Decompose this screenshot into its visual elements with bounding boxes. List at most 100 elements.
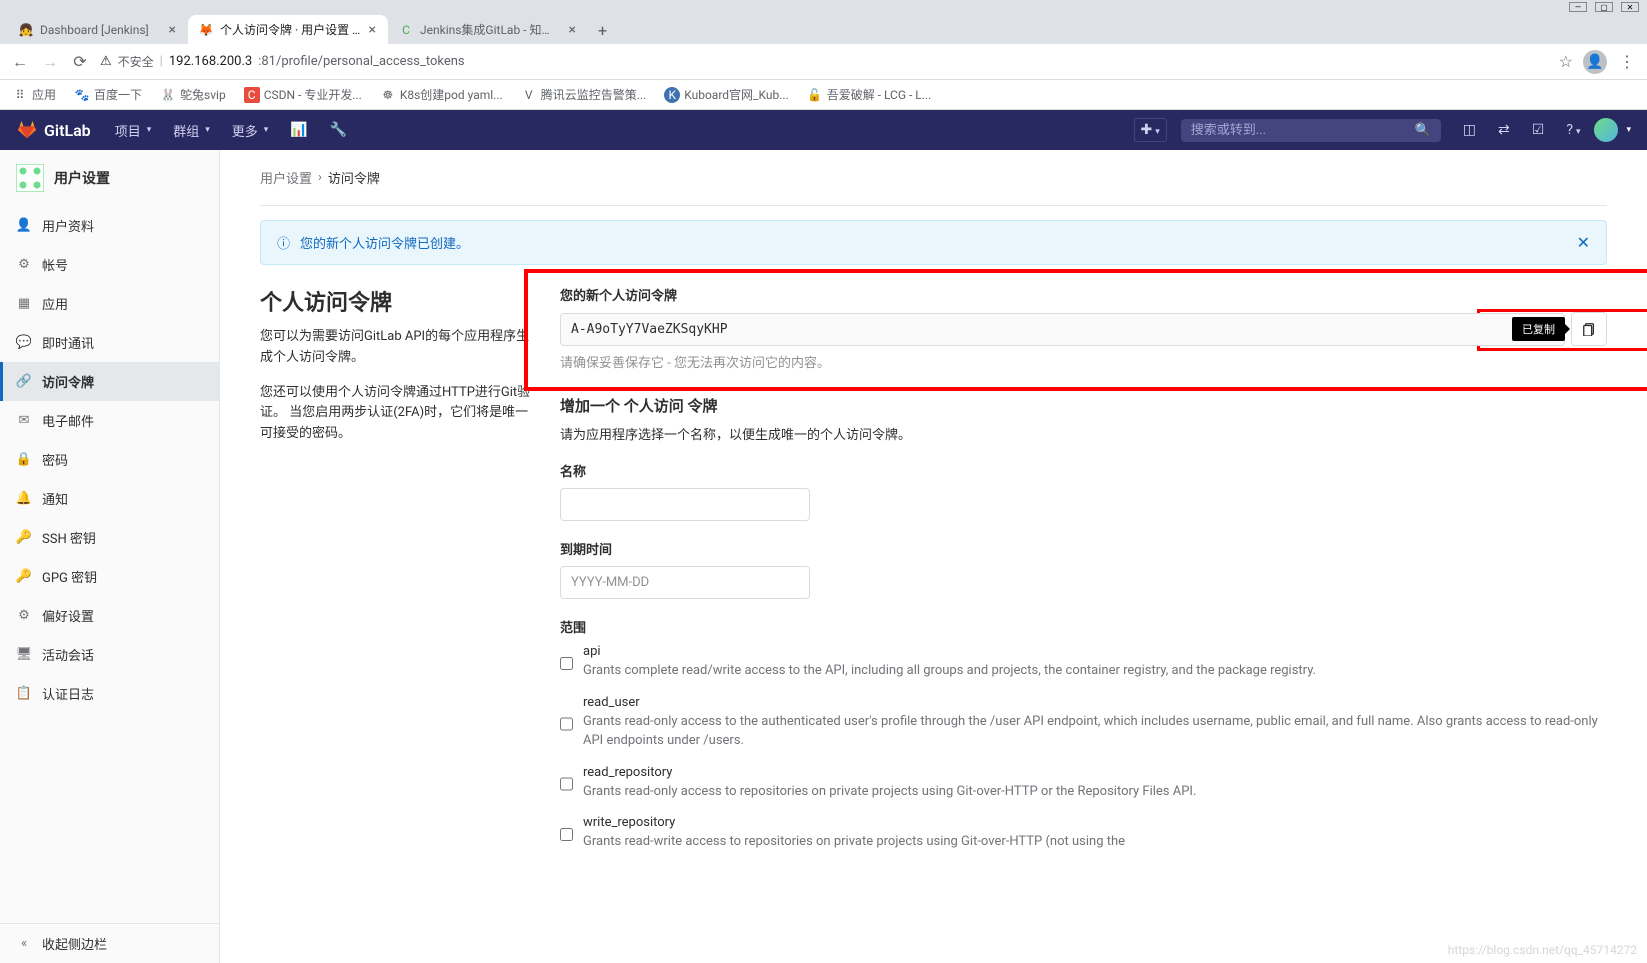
sidebar-item-preferences[interactable]: ⚙偏好设置 — [0, 596, 219, 635]
window-minimize[interactable]: — — [1569, 2, 1587, 12]
page-desc-2: 您还可以使用个人访问令牌通过HTTP进行Git验证。 当您启用两步认证(2FA)… — [260, 383, 540, 445]
tab-title: Dashboard [Jenkins] — [40, 23, 161, 37]
sidebar-item-auth-log[interactable]: 📋认证日志 — [0, 674, 219, 713]
window-maximize[interactable]: ▢ — [1595, 2, 1613, 12]
key-icon: 🔑 — [16, 569, 32, 585]
breadcrumb-root[interactable]: 用户设置 — [260, 168, 312, 187]
token-hint: 请确保妥善保存它 - 您无法再次访问它的内容。 — [560, 352, 1607, 371]
scope-checkbox-api[interactable] — [560, 646, 573, 681]
bookmark-item[interactable]: CCSDN - 专业开发... — [244, 86, 362, 103]
merge-requests-icon[interactable]: ⇄ — [1490, 116, 1518, 144]
breadcrumb: 用户设置 › 访问令牌 — [260, 168, 1607, 187]
tab-close-icon[interactable]: × — [567, 22, 578, 38]
mail-icon: ✉ — [16, 413, 32, 429]
breadcrumb-leaf: 访问令牌 — [328, 168, 380, 187]
sidebar-item-account[interactable]: ⚙帐号 — [0, 245, 219, 284]
link-icon: 🔗 — [16, 374, 32, 390]
sidebar-title: 用户设置 — [54, 168, 110, 188]
user-avatar[interactable] — [1594, 118, 1618, 142]
gear-icon: ⚙ — [16, 257, 32, 273]
alert-close-button[interactable]: ✕ — [1577, 233, 1590, 252]
bookmark-apps[interactable]: ⠿应用 — [12, 86, 56, 103]
main-content: 用户设置 › 访问令牌 ⓘ 您的新个人访问令牌已创建。 ✕ 个人访问令牌 您可以… — [220, 150, 1647, 963]
tab-close-icon[interactable]: × — [367, 22, 378, 38]
search-icon[interactable]: 🔍 — [1415, 123, 1431, 138]
nav-more[interactable]: 更多 — [224, 115, 277, 146]
bookmark-star-icon[interactable]: ☆ — [1559, 52, 1573, 71]
add-token-desc: 请为应用程序选择一个名称，以便生成唯一的个人访问令牌。 — [560, 424, 1607, 443]
plus-menu[interactable]: ✚ — [1134, 118, 1167, 142]
user-icon: 👤 — [16, 218, 32, 234]
search-input[interactable] — [1191, 123, 1409, 138]
scope-checkbox-write-repo[interactable] — [560, 817, 573, 852]
monitor-icon: 🖥 — [16, 647, 32, 663]
gitlab-logo[interactable]: GitLab — [16, 119, 91, 141]
sidebar-item-notifications[interactable]: 🔔通知 — [0, 479, 219, 518]
gitlab-logo-icon — [16, 119, 38, 141]
watermark: https://blog.csdn.net/qq_45714272 — [1448, 943, 1637, 957]
sidebar-item-emails[interactable]: ✉电子邮件 — [0, 401, 219, 440]
search-box[interactable]: 🔍 — [1181, 119, 1441, 142]
activity-icon[interactable]: 📊 — [282, 116, 315, 144]
sidebar-item-sessions[interactable]: 🖥活动会话 — [0, 635, 219, 674]
window-close[interactable]: ✕ — [1621, 2, 1639, 12]
chevron-left-icon: « — [16, 936, 32, 952]
sidebar-item-profile[interactable]: 👤用户资料 — [0, 206, 219, 245]
copy-token-button[interactable] — [1571, 312, 1607, 346]
new-tab-button[interactable]: + — [588, 17, 617, 44]
nav-groups[interactable]: 群组 — [165, 115, 218, 146]
scope-checkbox-read-user[interactable] — [560, 697, 573, 751]
bookmark-item[interactable]: ☸K8s创建pod yaml... — [380, 86, 503, 103]
issues-icon[interactable]: ◫ — [1455, 116, 1484, 144]
divider — [260, 205, 1607, 206]
scope-read-user: read_userGrants read-only access to the … — [560, 695, 1607, 751]
token-expiry-input[interactable] — [560, 566, 810, 599]
key-icon: 🔑 — [16, 530, 32, 546]
gitlab-header: GitLab 项目 群组 更多 📊 🔧 ✚ 🔍 ◫ ⇄ ☑ ? ▾ — [0, 110, 1647, 150]
sidebar-item-password[interactable]: 🔒密码 — [0, 440, 219, 479]
help-icon[interactable]: ? — [1558, 116, 1588, 144]
sidebar-item-tokens[interactable]: 🔗访问令牌 — [0, 362, 219, 401]
sidebar-item-chat[interactable]: 💬即时通讯 — [0, 323, 219, 362]
sidebar-item-apps[interactable]: ▦应用 — [0, 284, 219, 323]
url-path: :81/profile/personal_access_tokens — [258, 54, 464, 69]
bookmark-item[interactable]: 🐰鸵兔svip — [160, 86, 226, 103]
browser-menu-button[interactable]: ⋮ — [1617, 52, 1637, 72]
nav-back-button[interactable]: ← — [10, 52, 30, 72]
tab-close-icon[interactable]: × — [167, 22, 178, 38]
success-alert: ⓘ 您的新个人访问令牌已创建。 ✕ — [260, 220, 1607, 265]
nav-projects[interactable]: 项目 — [107, 115, 160, 146]
chevron-down-icon[interactable]: ▾ — [1626, 125, 1631, 135]
apps-icon: ▦ — [16, 296, 32, 312]
token-name-input[interactable] — [560, 488, 810, 521]
nav-forward-button[interactable]: → — [40, 52, 60, 72]
clipboard-icon — [1582, 322, 1596, 336]
tab-favicon: 👧 — [18, 22, 34, 38]
browser-tab-0[interactable]: 👧 Dashboard [Jenkins] × — [8, 16, 188, 44]
sidebar-header: 用户设置 — [0, 150, 219, 206]
todos-icon[interactable]: ☑ — [1524, 116, 1553, 144]
sidebar: 用户设置 👤用户资料 ⚙帐号 ▦应用 💬即时通讯 🔗访问令牌 ✉电子邮件 🔒密码… — [0, 150, 220, 963]
scopes-label: 范围 — [560, 617, 1607, 636]
browser-tab-2[interactable]: C Jenkins集成GitLab - 知乎 - osc × — [388, 15, 588, 44]
scope-checkbox-read-repo[interactable] — [560, 767, 573, 802]
sidebar-item-ssh[interactable]: 🔑SSH 密钥 — [0, 518, 219, 557]
bookmark-item[interactable]: V腾讯云监控告警策... — [521, 86, 647, 103]
url-host: 192.168.200.3 — [169, 54, 252, 69]
profile-avatar[interactable]: 👤 — [1583, 50, 1607, 74]
bookmark-item[interactable]: 🐾百度一下 — [74, 86, 142, 103]
log-icon: 📋 — [16, 686, 32, 702]
wrench-icon[interactable]: 🔧 — [322, 116, 355, 144]
bookmark-item[interactable]: 🔓吾爱破解 - LCG - L... — [807, 86, 932, 103]
tab-title: Jenkins集成GitLab - 知乎 - osc — [420, 21, 561, 38]
scope-write-repository: write_repositoryGrants read-write access… — [560, 815, 1607, 852]
address-bar[interactable]: ⚠ 不安全 | 192.168.200.3:81/profile/persona… — [100, 52, 1573, 71]
browser-tab-1[interactable]: 🦊 个人访问令牌 · 用户设置 · GitLa × — [188, 15, 388, 44]
new-token-label: 您的新个人访问令牌 — [560, 285, 1607, 304]
sidebar-item-gpg[interactable]: 🔑GPG 密钥 — [0, 557, 219, 596]
bookmark-item[interactable]: KKuboard官网_Kub... — [664, 86, 789, 103]
nav-reload-button[interactable]: ⟳ — [70, 52, 90, 72]
token-value-input[interactable] — [560, 313, 1565, 346]
name-label: 名称 — [560, 461, 1607, 480]
collapse-sidebar[interactable]: « 收起侧边栏 — [0, 923, 219, 963]
